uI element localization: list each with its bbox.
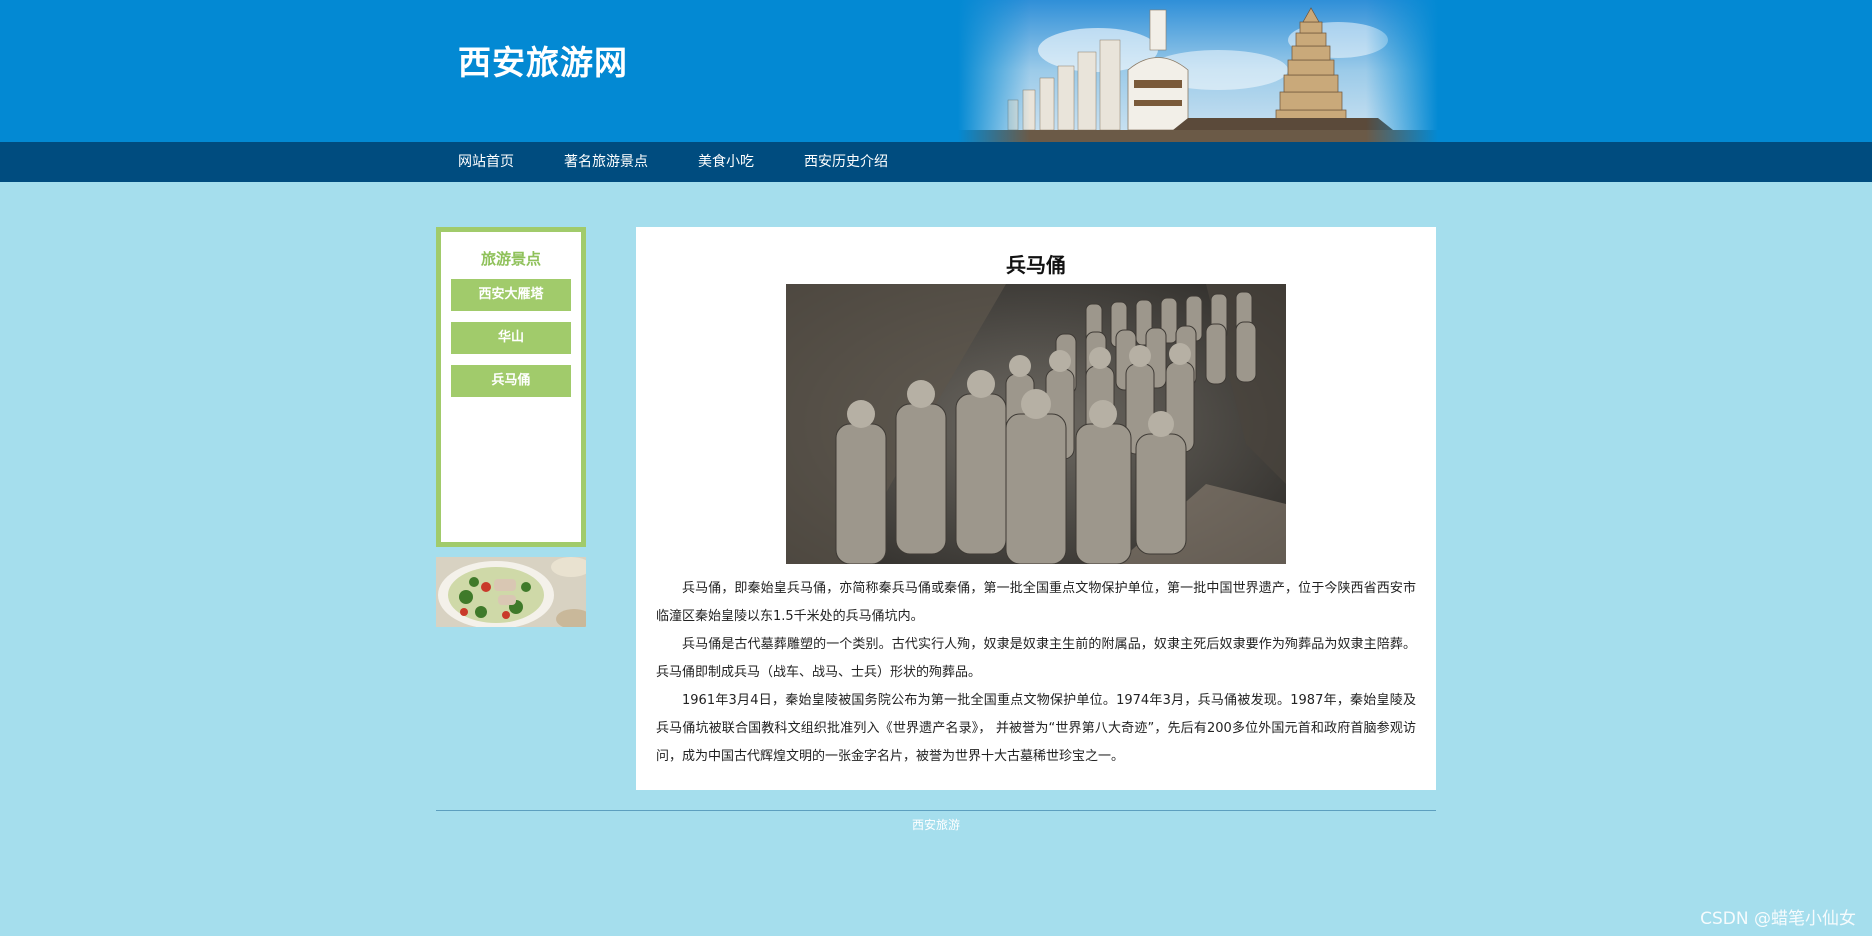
csdn-watermark: CSDN @蜡笔小仙女 (1700, 909, 1856, 929)
food-thumbnail-image[interactable] (436, 557, 586, 627)
article-paragraph-2: 兵马俑是古代墓葬雕塑的一个类别。古代实行人殉，奴隶是奴隶主生前的附属品，奴隶主死… (656, 637, 1416, 680)
sidebar-item-huashan[interactable]: 华山 (451, 322, 571, 354)
nav-item-attractions[interactable]: 著名旅游景点 (564, 142, 648, 182)
terracotta-warriors-photo (786, 284, 1286, 564)
site-logo[interactable]: 西安旅游网 (458, 36, 628, 84)
footer-divider (436, 810, 1436, 811)
nav-item-food[interactable]: 美食小吃 (698, 142, 754, 182)
article-panel: 兵马俑 兵马俑，即秦始皇兵马俑，亦简称秦兵马俑或秦俑，第一批全国重点文物保护单位… (636, 227, 1436, 790)
nav-item-home[interactable]: 网站首页 (458, 142, 514, 182)
sidebar-item-big-goose-pagoda[interactable]: 西安大雁塔 (451, 279, 571, 311)
main-nav: 网站首页 著名旅游景点 美食小吃 西安历史介绍 (0, 142, 1872, 182)
banner-pagoda-image (958, 0, 1438, 142)
article-body: 兵马俑，即秦始皇兵马俑，亦简称秦兵马俑或秦俑，第一批全国重点文物保护单位，第一批… (656, 575, 1416, 771)
sidebar-item-terracotta-warriors[interactable]: 兵马俑 (451, 365, 571, 397)
site-header: 西安旅游网 (0, 0, 1872, 142)
sidebar-attractions: 旅游景点 西安大雁塔 华山 兵马俑 (436, 227, 586, 547)
article-paragraph-3: 1961年3月4日，秦始皇陵被国务院公布为第一批全国重点文物保护单位。1974年… (656, 693, 1416, 764)
article-title: 兵马俑 (1006, 253, 1066, 277)
footer-text: 西安旅游 (911, 818, 960, 832)
sidebar-title: 旅游景点 (480, 250, 541, 268)
nav-item-history[interactable]: 西安历史介绍 (804, 142, 888, 182)
article-paragraph-1: 兵马俑，即秦始皇兵马俑，亦简称秦兵马俑或秦俑，第一批全国重点文物保护单位，第一批… (656, 581, 1416, 624)
